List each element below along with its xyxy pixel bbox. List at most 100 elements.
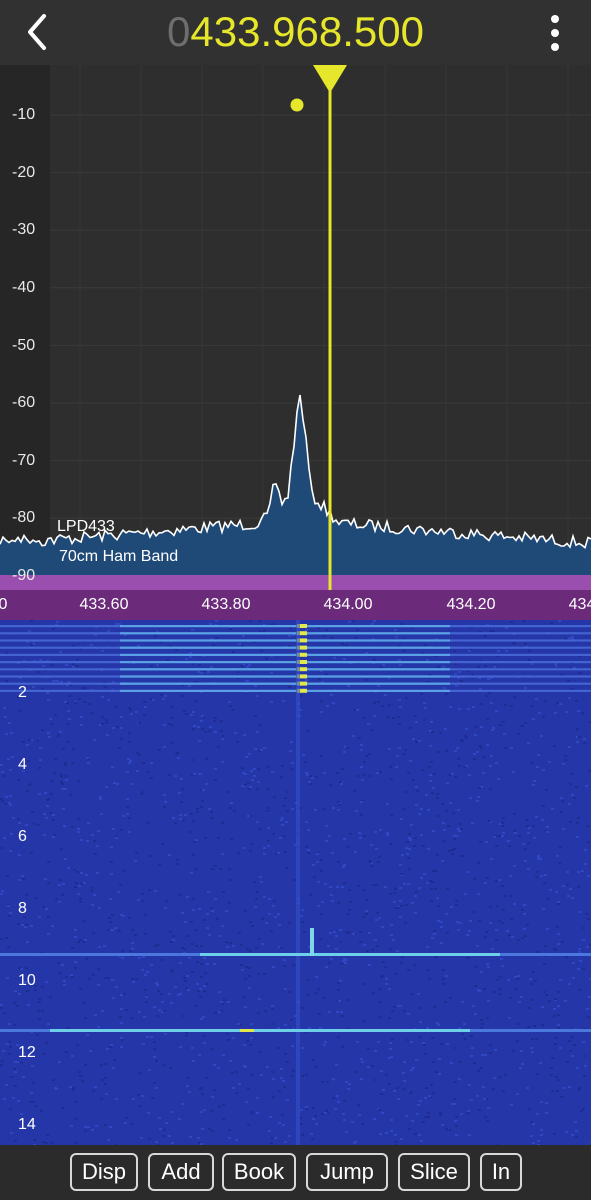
noise-speck xyxy=(512,642,515,644)
noise-speck xyxy=(377,685,380,687)
noise-speck xyxy=(120,1037,123,1039)
spectrum-plot[interactable]: -10 -20 -30 -40 -50 -60 -70 -80 -90 LPD4… xyxy=(0,65,591,590)
noise-speck xyxy=(373,620,376,622)
noise-speck xyxy=(347,913,350,915)
noise-speck xyxy=(181,788,184,790)
noise-speck xyxy=(558,862,561,864)
noise-speck xyxy=(278,1122,281,1124)
noise-speck xyxy=(113,782,116,784)
noise-speck xyxy=(70,974,73,976)
noise-speck xyxy=(179,814,182,816)
noise-speck xyxy=(59,879,62,881)
noise-speck xyxy=(480,703,483,705)
noise-speck xyxy=(229,807,232,809)
noise-speck xyxy=(8,1041,11,1043)
noise-speck xyxy=(47,861,50,863)
noise-speck xyxy=(29,1101,32,1103)
noise-speck xyxy=(560,811,563,813)
noise-speck xyxy=(157,990,160,992)
noise-speck xyxy=(331,900,334,902)
noise-speck xyxy=(208,730,211,732)
frequency-axis[interactable]: 0 433.60 433.80 434.00 434.20 434 xyxy=(0,590,591,620)
noise-speck xyxy=(392,939,395,941)
more-menu-button[interactable] xyxy=(537,12,573,54)
noise-speck xyxy=(413,845,416,847)
noise-speck xyxy=(220,730,223,732)
noise-speck xyxy=(487,678,490,680)
noise-speck xyxy=(207,671,210,673)
noise-speck xyxy=(362,983,365,985)
noise-speck xyxy=(403,808,406,810)
noise-speck xyxy=(561,941,564,943)
add-button[interactable]: Add xyxy=(148,1153,214,1191)
noise-speck xyxy=(115,986,118,988)
noise-speck xyxy=(467,1110,470,1112)
noise-speck xyxy=(320,870,323,872)
db-label: -30 xyxy=(12,221,36,238)
noise-speck xyxy=(393,892,396,894)
noise-speck xyxy=(411,627,414,629)
jump-button[interactable]: Jump xyxy=(306,1153,388,1191)
noise-speck xyxy=(246,680,249,682)
noise-speck xyxy=(221,925,224,927)
noise-speck xyxy=(403,1010,406,1012)
noise-speck xyxy=(476,800,479,802)
noise-speck xyxy=(526,924,529,926)
noise-speck xyxy=(357,885,360,887)
noise-speck xyxy=(379,1016,382,1018)
noise-speck xyxy=(92,932,95,934)
noise-speck xyxy=(394,629,397,631)
noise-speck xyxy=(495,845,498,847)
noise-speck xyxy=(88,703,91,705)
slice-button[interactable]: Slice xyxy=(398,1153,470,1191)
noise-speck xyxy=(284,851,287,853)
noise-speck xyxy=(1,890,4,892)
noise-speck xyxy=(480,1019,483,1021)
db-label: -70 xyxy=(12,452,36,469)
noise-speck xyxy=(572,977,575,979)
noise-speck xyxy=(277,913,280,915)
waterfall-display[interactable]: 2 4 6 8 10 12 14 xyxy=(0,620,591,1145)
noise-speck xyxy=(101,1010,104,1012)
noise-speck xyxy=(134,860,137,862)
noise-speck xyxy=(477,989,480,991)
noise-speck xyxy=(6,875,9,877)
noise-speck xyxy=(97,968,100,970)
noise-speck xyxy=(32,1101,35,1103)
noise-speck xyxy=(325,966,328,968)
noise-speck xyxy=(385,1132,388,1134)
band-label-lpd433[interactable]: LPD433 xyxy=(57,518,115,536)
noise-speck xyxy=(180,801,183,803)
noise-speck xyxy=(521,1063,524,1065)
noise-speck xyxy=(531,663,534,665)
noise-speck xyxy=(571,1134,574,1136)
noise-speck xyxy=(8,915,11,917)
noise-speck xyxy=(474,726,477,728)
noise-speck xyxy=(363,761,366,763)
noise-speck xyxy=(343,1100,346,1102)
noise-speck xyxy=(14,1085,17,1087)
book-button[interactable]: Book xyxy=(222,1153,296,1191)
noise-speck xyxy=(145,996,148,998)
band-label-70cm[interactable]: 70cm Ham Band xyxy=(59,548,178,566)
noise-speck xyxy=(532,784,535,786)
noise-speck xyxy=(59,731,62,733)
noise-speck xyxy=(336,1095,339,1097)
noise-speck xyxy=(520,1050,523,1052)
noise-speck xyxy=(192,820,195,822)
noise-speck xyxy=(221,738,224,740)
noise-speck xyxy=(426,1027,429,1029)
noise-speck xyxy=(195,1005,198,1007)
noise-speck xyxy=(59,651,62,653)
noise-speck xyxy=(405,847,408,849)
noise-speck xyxy=(188,1091,191,1093)
noise-speck xyxy=(363,1020,366,1022)
in-button[interactable]: In xyxy=(480,1153,522,1191)
noise-speck xyxy=(513,865,516,867)
noise-speck xyxy=(18,993,21,995)
frequency-display[interactable]: 0433.968.500 xyxy=(0,7,591,57)
noise-speck xyxy=(512,1050,515,1052)
noise-speck xyxy=(170,969,173,971)
disp-button[interactable]: Disp xyxy=(70,1153,138,1191)
noise-speck xyxy=(78,885,81,887)
